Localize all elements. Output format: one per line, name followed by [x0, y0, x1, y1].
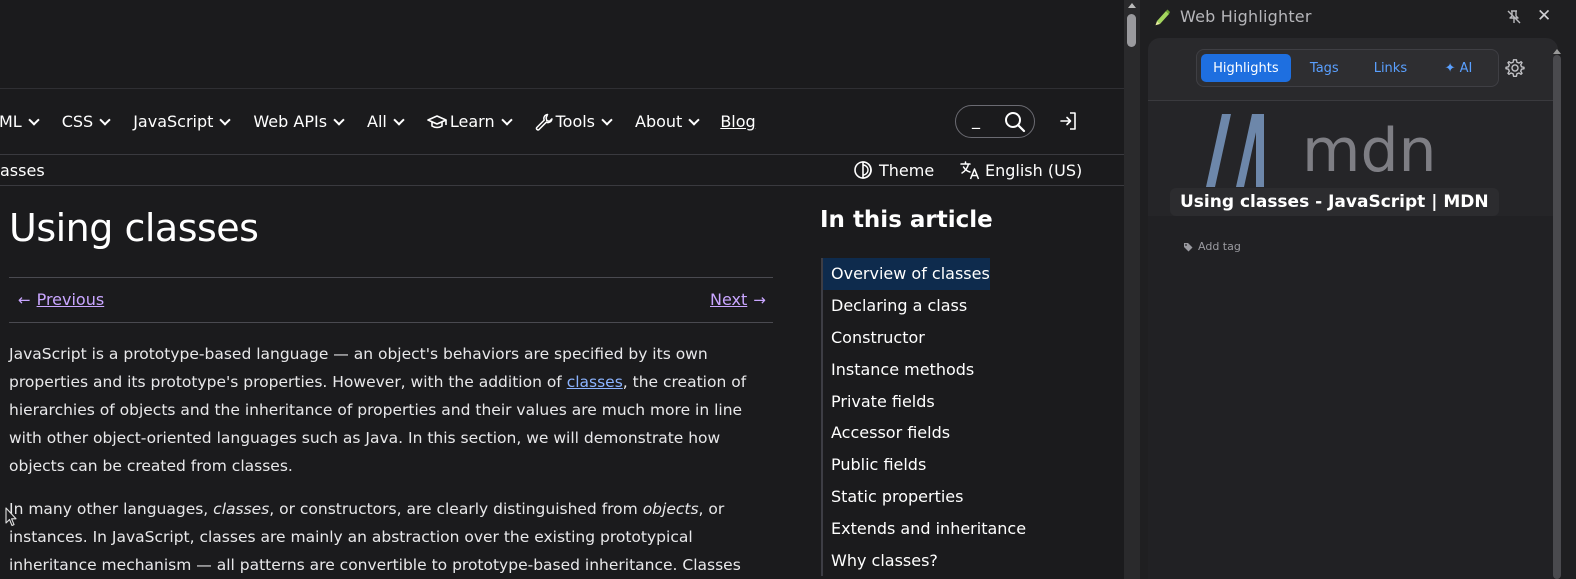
toc-item-private-fields[interactable]: Private fields — [823, 385, 1101, 417]
paragraph-intro: JavaScript is a prototype-based language… — [9, 340, 779, 480]
scrollbar-thumb[interactable] — [1127, 14, 1136, 47]
toc-item-overview-of-classes[interactable]: Overview of classes — [823, 258, 990, 290]
tab-bar: Highlights Tags Links ✦ AI — [1196, 49, 1499, 87]
previous-link[interactable]: ← Previous — [18, 290, 104, 309]
mdn-logo: mdn — [1206, 114, 1437, 187]
tab-ai[interactable]: ✦ AI — [1423, 54, 1494, 82]
mdn-logo-text: mdn — [1302, 116, 1437, 186]
nav-item-label: CSS — [61, 112, 94, 131]
add-tag-label: Add tag — [1198, 240, 1241, 253]
theme-label: Theme — [879, 160, 935, 180]
chevron-down-icon — [99, 113, 111, 126]
page-scrollbar[interactable] — [1124, 0, 1140, 579]
nav-item-javascript[interactable]: JavaScript — [133, 112, 232, 131]
scroll-up-icon[interactable] — [1553, 49, 1561, 54]
toc-item-why-classes[interactable]: Why classes? — [823, 544, 1101, 576]
language-button[interactable]: English (US) — [960, 160, 1082, 180]
previous-label: Previous — [36, 290, 105, 309]
tab-links[interactable]: Links — [1358, 54, 1423, 82]
scrollbar-thumb[interactable] — [1553, 55, 1561, 579]
add-tag-button[interactable]: Add tag — [1183, 240, 1241, 253]
nav-item-label: All — [367, 112, 387, 131]
next-link[interactable]: Next → — [710, 290, 766, 309]
panel-titlebar: Web Highlighter ✕ — [1140, 0, 1576, 34]
chevron-down-icon — [688, 113, 700, 126]
next-label: Next — [710, 290, 748, 309]
tab-highlights[interactable]: Highlights — [1201, 54, 1291, 82]
scroll-up-icon[interactable] — [1128, 3, 1136, 8]
toc-title: In this article — [820, 207, 993, 233]
table-of-contents: Overview of classes Declaring a class Co… — [821, 258, 1101, 576]
page-card[interactable]: mdn Using classes - JavaScript | MDN — [1148, 101, 1558, 216]
tab-tags[interactable]: Tags — [1291, 54, 1358, 82]
toc-item-instance-methods[interactable]: Instance methods — [823, 353, 1101, 385]
paragraph-text: In many other languages, — [9, 500, 214, 518]
classes-link[interactable]: classes — [567, 373, 623, 391]
nav-item-label: About — [635, 112, 683, 131]
highlighter-pencil-icon — [1155, 9, 1170, 26]
translate-icon — [960, 161, 980, 180]
chevron-down-icon — [500, 113, 513, 126]
graduation-cap-icon — [427, 114, 447, 128]
search-cursor: _ — [972, 109, 980, 129]
gear-icon[interactable] — [1504, 57, 1526, 79]
arrow-left-icon: ← — [18, 290, 31, 309]
highlights-body: Add tag — [1148, 216, 1558, 579]
arrow-right-icon: → — [753, 290, 766, 309]
chevron-down-icon — [333, 113, 345, 126]
nav-item-html[interactable]: ML — [0, 112, 40, 131]
paragraph-text: , or constructors, are clearly distingui… — [269, 500, 643, 518]
nav-item-css[interactable]: CSS — [61, 112, 111, 131]
panel-title: Web Highlighter — [1180, 7, 1312, 26]
nav-blog-link[interactable]: Blog — [720, 112, 755, 131]
wrench-icon — [535, 113, 553, 131]
chevron-down-icon — [393, 113, 405, 126]
toc-item-extends-and-inheritance[interactable]: Extends and inheritance — [823, 512, 1101, 544]
theme-button[interactable]: Theme — [853, 160, 934, 180]
theme-icon — [854, 161, 872, 179]
nav-item-label: Learn — [449, 112, 495, 131]
search-button[interactable]: _ — [955, 105, 1035, 138]
nav-item-label: Tools — [555, 112, 596, 131]
chevron-down-icon — [219, 113, 232, 126]
paragraph-second: In many other languages, classes, or con… — [9, 495, 779, 579]
emphasis-text: classes — [213, 500, 270, 518]
nav-item-tools[interactable]: Tools — [535, 112, 613, 131]
panel-header: Highlights Tags Links ✦ AI — [1148, 38, 1558, 101]
pin-icon[interactable] — [1506, 9, 1522, 25]
nav-item-learn[interactable]: Learn — [427, 112, 513, 131]
web-highlighter-panel: Web Highlighter ✕ Highlights Tags Links … — [1140, 0, 1576, 579]
nav-item-label: ML — [0, 112, 22, 131]
toc-item-public-fields[interactable]: Public fields — [823, 449, 1101, 481]
nav-item-web-apis[interactable]: Web APIs — [253, 112, 345, 131]
nav-item-about[interactable]: About — [635, 112, 700, 131]
tag-icon — [1184, 242, 1193, 251]
mdn-page: ML CSS JavaScript Web APIs All Learn Too… — [0, 0, 1124, 579]
breadcrumb-bar: asses — [0, 155, 1124, 186]
nav-item-label: Web APIs — [253, 112, 328, 131]
mouse-pointer-icon — [5, 507, 17, 527]
top-banner-area — [0, 0, 1124, 89]
nav-item-all[interactable]: All — [367, 112, 405, 131]
nav-item-label: JavaScript — [133, 112, 214, 131]
search-icon — [1005, 111, 1026, 132]
language-label: English (US) — [985, 160, 1083, 180]
login-icon[interactable] — [1058, 110, 1078, 132]
breadcrumb[interactable]: asses — [0, 161, 45, 180]
divider — [9, 322, 773, 323]
page-title: Using classes — [9, 206, 259, 250]
toc-item-constructor[interactable]: Constructor — [823, 322, 1101, 354]
panel-scrollbar[interactable] — [1550, 49, 1562, 579]
toc-item-static-properties[interactable]: Static properties — [823, 481, 1101, 513]
emphasis-text: objects — [642, 500, 699, 518]
chevron-down-icon — [28, 113, 40, 126]
page-title-card: Using classes - JavaScript | MDN — [1170, 188, 1499, 216]
chevron-down-icon — [601, 113, 613, 126]
close-icon[interactable]: ✕ — [1537, 6, 1551, 26]
toc-item-declaring-a-class[interactable]: Declaring a class — [823, 290, 1101, 322]
toc-item-accessor-fields[interactable]: Accessor fields — [823, 417, 1101, 449]
highlighter-content: Highlights Tags Links ✦ AI mdn Using cla… — [1148, 38, 1558, 579]
divider — [9, 277, 773, 278]
